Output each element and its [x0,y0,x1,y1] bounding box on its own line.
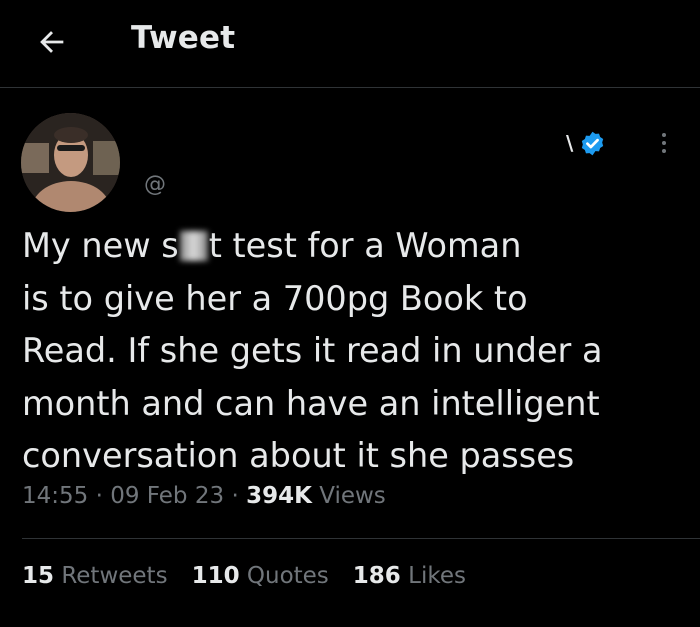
tweet-line-2: is to give her a 700pg Book to [22,278,528,318]
page-title: Tweet [131,20,236,56]
user-handle[interactable]: @ [144,172,166,197]
retweets-stat[interactable]: 15 Retweets [22,563,168,589]
tweet-time[interactable]: 14:55 [22,483,88,509]
back-button[interactable] [32,22,72,62]
views-label: Views [319,483,386,509]
avatar[interactable] [21,113,120,212]
tweet-meta: 14:55 · 09 Feb 23 · 394K Views [22,483,386,509]
tweet-line-4: month and can have an intelligent [22,383,600,423]
more-vertical-icon [662,133,666,137]
divider [22,538,700,539]
arrow-left-icon [40,31,64,53]
tweet-text: My new st test for a Woman is to give he… [22,220,682,483]
tweet-line-3: Read. If she gets it read in under a [22,331,603,370]
display-name[interactable]: \ [566,130,606,156]
tweet-line-1: My new st test for a Woman [22,226,522,265]
display-name-fragment: \ [566,131,574,155]
censor-blur [179,231,208,261]
top-bar: Tweet [0,0,700,88]
views-count: 394K [246,483,312,509]
verified-badge-icon [579,130,606,157]
avatar-image [21,113,120,212]
engagement-stats: 15 Retweets 110 Quotes 186 Likes [22,563,466,589]
likes-stat[interactable]: 186 Likes [353,563,466,589]
tweet-date[interactable]: 09 Feb 23 [110,483,224,509]
tweet-line-5: conversation about it she passes [22,436,575,475]
more-options-button[interactable] [650,126,678,160]
quotes-stat[interactable]: 110 Quotes [192,563,329,589]
